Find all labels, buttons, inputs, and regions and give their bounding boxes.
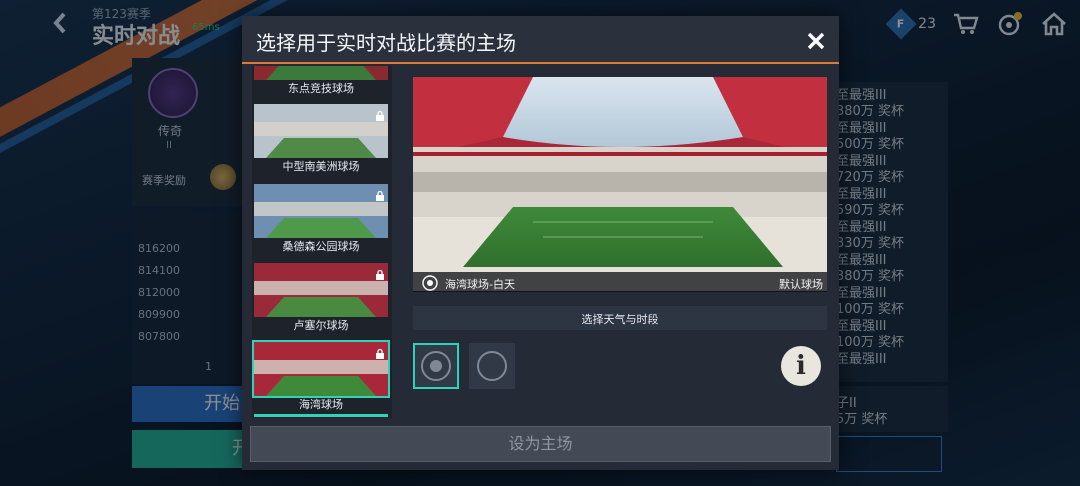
- stadium-thumbnail: [252, 340, 390, 398]
- weather-label: 选择天气与时段: [581, 313, 659, 326]
- stadium-list[interactable]: 东点竞技球场 中型南美洲球场 桑德森公园球场 卢塞尔球场海湾球场: [252, 66, 392, 418]
- lock-icon: [375, 186, 385, 201]
- default-stadium-label: 默认球场: [779, 278, 823, 291]
- stadium-item[interactable]: 桑德森公园球场: [254, 184, 388, 256]
- stadium-name: 东点竞技球场: [288, 82, 354, 95]
- stadium-item[interactable]: 东点竞技球场: [254, 66, 388, 98]
- weather-day-button[interactable]: [413, 343, 459, 389]
- home-stadium-dialog: 选择用于实时对战比赛的主场 东点竞技球场 中型南美洲球场 桑德森公园球场 卢塞尔球场海…: [242, 16, 839, 470]
- stadium-item[interactable]: 卢塞尔球场: [254, 263, 388, 335]
- lock-icon: [375, 265, 385, 280]
- info-icon: i: [796, 351, 806, 381]
- stadium-thumbnail: [254, 104, 388, 158]
- stadium-thumbnail: [254, 184, 388, 238]
- stadium-item[interactable]: 中型南美洲球场: [254, 104, 388, 176]
- lock-icon: [375, 106, 385, 121]
- stadium-name: 中型南美洲球场: [282, 160, 360, 173]
- set-home-button[interactable]: 设为主场: [250, 426, 831, 462]
- sun-icon: [422, 275, 438, 295]
- stadium-name: 海湾球场: [254, 396, 388, 417]
- lock-icon: [375, 344, 385, 359]
- sun-icon: [421, 351, 451, 381]
- stadium-preview-graphic: [413, 77, 827, 291]
- info-button[interactable]: i: [781, 346, 821, 386]
- dialog-title: 选择用于实时对战比赛的主场: [256, 31, 516, 55]
- dialog-header: 选择用于实时对战比赛的主场: [242, 16, 839, 64]
- stadium-preview-image: [413, 77, 827, 291]
- stadium-name: 桑德森公园球场: [282, 240, 360, 253]
- preview-stadium-name: 海湾球场-白天: [445, 278, 515, 291]
- close-button[interactable]: [807, 24, 825, 56]
- stadium-thumbnail: [254, 263, 388, 317]
- weather-night-button[interactable]: [469, 343, 515, 389]
- stadium-name: 卢塞尔球场: [293, 319, 349, 332]
- moon-icon: [477, 351, 507, 381]
- stadium-thumbnail: [254, 66, 388, 80]
- stadium-item[interactable]: 海湾球场: [252, 340, 390, 417]
- close-icon: [807, 32, 825, 50]
